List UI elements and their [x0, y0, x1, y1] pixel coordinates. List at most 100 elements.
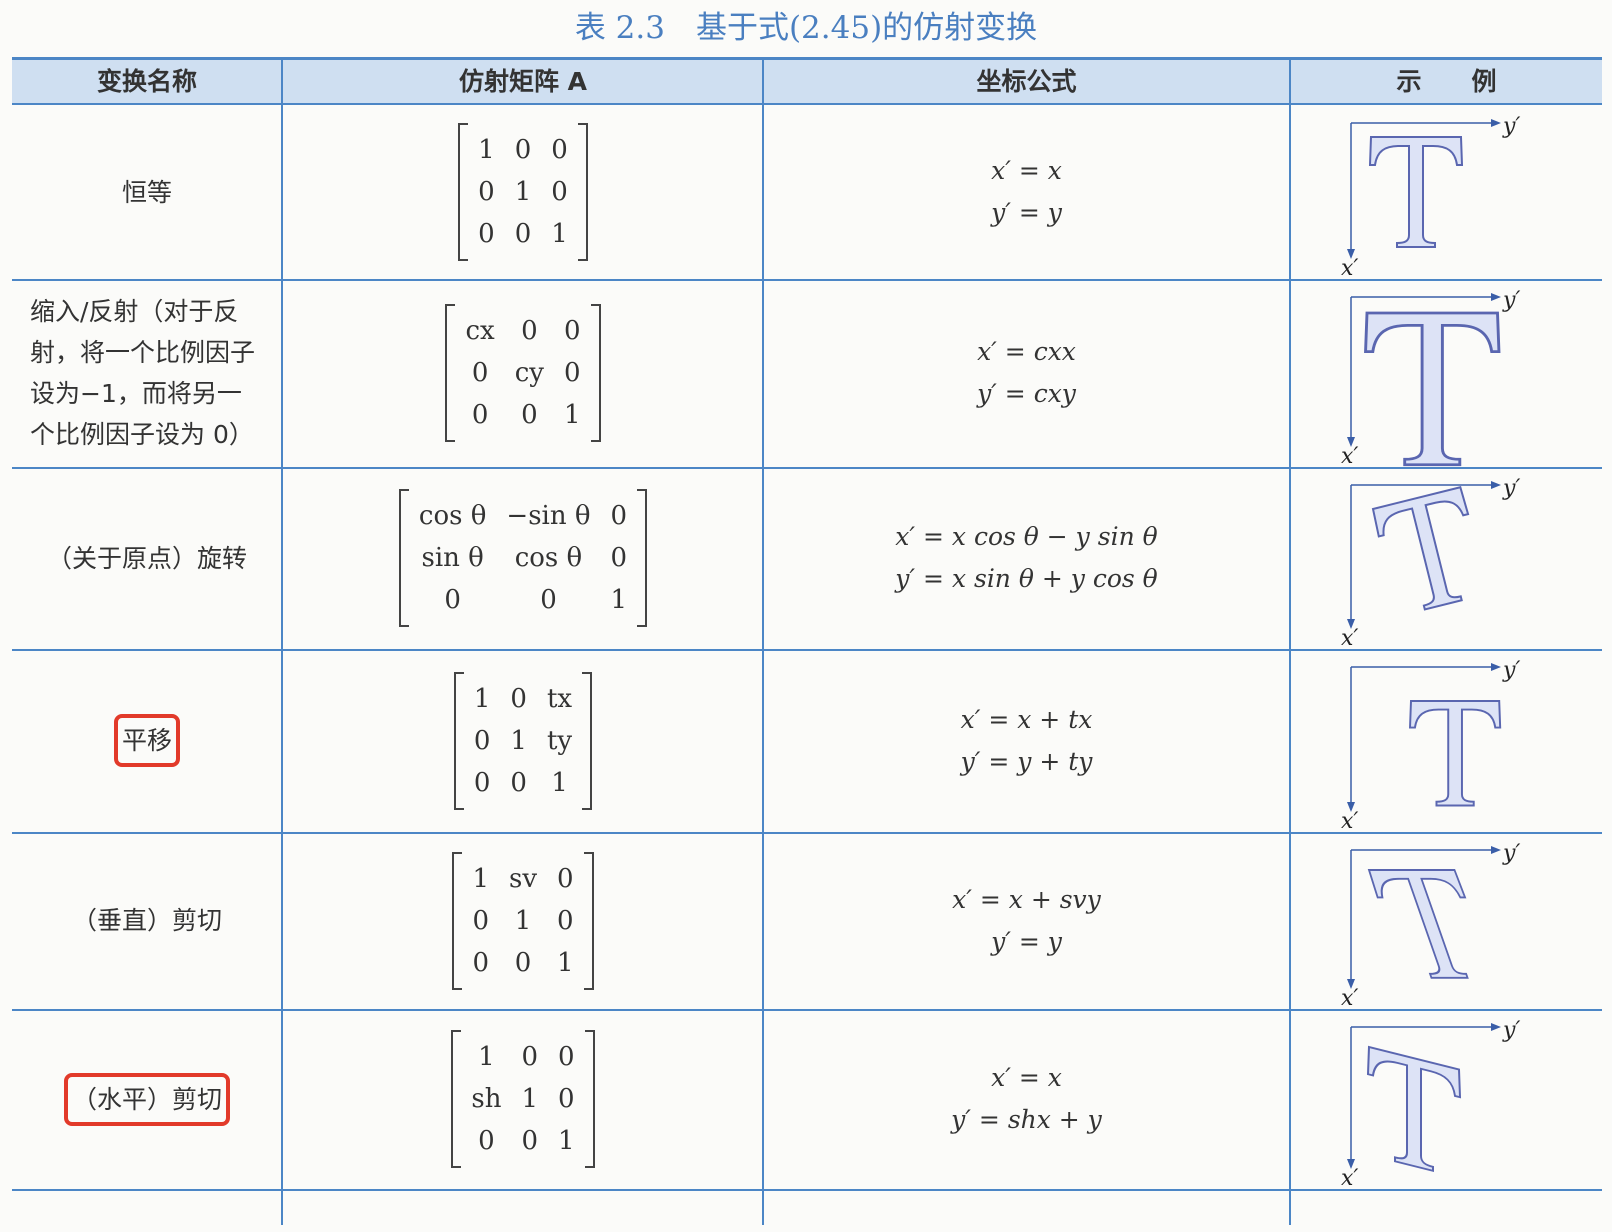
transform-name-cell: 缩入/反射（对于反射，将一个比例因子设为−1，而将另一个比例因子设为 0） [12, 279, 282, 467]
header-example: 示 例 [1396, 67, 1497, 96]
matrix-entry: 0 [563, 358, 581, 388]
coordinate-formula-cell: x′ = x y′ = y [764, 105, 1289, 279]
transformed-letter-t [1368, 136, 1464, 248]
transformed-letter-t [1366, 1045, 1462, 1173]
x-axis-label: x′ [1341, 626, 1358, 649]
matrix-entry: 0 [540, 585, 557, 615]
matrix-entry: 0 [558, 1042, 575, 1072]
y-axis-arrowhead [1491, 663, 1501, 671]
coordinate-formula: x′ = cxx [977, 337, 1076, 366]
x-axis-label: x′ [1341, 809, 1358, 832]
example-diagram: y′ x′ [1341, 658, 1520, 832]
matrix-entry: 0 [478, 1126, 495, 1156]
affine-matrix-cell: 1 0 tx 0 1 ty 0 0 1 [283, 649, 763, 832]
matrix-entry: 1 [558, 1126, 575, 1156]
coordinate-formula-cell: x′ = x + tx y′ = y + ty [764, 649, 1289, 832]
table-row: （关于原点）旋转 cos θ −sin θ 0 sin θ cos θ 0 0 0 1 x′ = x… [12, 467, 1602, 651]
coordinate-formula: x′ = x + svy [952, 884, 1101, 914]
y-axis-label: y′ [1502, 658, 1520, 683]
coordinate-formula-cell: x′ = x + svy y′ = y [764, 832, 1289, 1009]
example-cell: y′ x′ [1291, 649, 1602, 832]
matrix-entry: sh [471, 1084, 502, 1114]
transformed-letter-t [1371, 486, 1470, 611]
column-divider [1289, 60, 1291, 1225]
highlighted-transform-name: 平移 [113, 714, 180, 767]
matrix-entry: 0 [563, 316, 581, 346]
matrix-entry: 1 [514, 177, 532, 207]
matrix-entry: 1 [610, 585, 628, 615]
matrix-entry: 1 [510, 725, 527, 756]
matrix-entry: ty [546, 725, 573, 756]
matrix-entry: 0 [472, 947, 489, 978]
header-coordinate-formula: 坐标公式 [976, 67, 1077, 96]
affine-transform-table: 变换名称 仿射矩阵 A 坐标公式 示 例 恒等 1 0 0 0 1 0 0 0 1 x′ = x y′… [12, 57, 1602, 1225]
column-divider [281, 60, 283, 1225]
affine-matrix: 1 0 0 sh 1 0 0 0 1 [451, 1030, 595, 1168]
y-axis-arrowhead [1491, 846, 1501, 854]
example-cell: y′ x′ [1291, 1009, 1602, 1189]
coordinate-formula-cell: x′ = x cos θ − y sin θ y′ = x sin θ + y c… [764, 467, 1289, 649]
table-row: （垂直）剪切 1 sv 0 0 1 0 0 0 1 x′ = x + svy y′ = y y′ x′ [12, 832, 1602, 1011]
matrix-entry: 0 [610, 501, 628, 531]
matrix-entry: 0 [510, 683, 527, 714]
affine-matrix-cell: 1 sv 0 0 1 0 0 0 1 [283, 832, 763, 1009]
affine-matrix-cell: cx 0 0 0 cy 0 0 0 1 [283, 279, 763, 467]
affine-matrix: cx 0 0 0 cy 0 0 0 1 [445, 304, 601, 442]
y-axis-label: y′ [1502, 114, 1520, 139]
transform-name-cell: 平移 [12, 649, 282, 832]
matrix-entry: 0 [473, 767, 491, 798]
matrix-entry: 0 [478, 177, 495, 207]
y-axis-arrowhead [1491, 119, 1501, 127]
matrix-entry: 0 [472, 905, 489, 936]
table-row: 恒等 1 0 0 0 1 0 0 0 1 x′ = x y′ = y y′ x′ [12, 105, 1602, 281]
matrix-entry: cos θ [514, 543, 583, 573]
coordinate-formula-cell: x′ = cxx y′ = cxy [764, 279, 1289, 467]
matrix-entry: 0 [551, 177, 568, 207]
matrix-entry: 0 [551, 135, 568, 165]
coordinate-formula: y′ = cxy [977, 379, 1076, 408]
affine-matrix: 1 sv 0 0 1 0 0 0 1 [452, 851, 594, 990]
transform-name-cell: （水平）剪切 [12, 1009, 282, 1189]
x-axis-label: x′ [1341, 1166, 1358, 1189]
x-axis-label: x′ [1341, 444, 1358, 467]
example-diagram: y′ x′ [1341, 476, 1520, 649]
x-axis-label: x′ [1341, 986, 1358, 1009]
affine-matrix-cell: cos θ −sin θ 0 sin θ cos θ 0 0 0 1 [283, 467, 763, 649]
matrix-entry: 0 [471, 358, 489, 388]
transformed-letter-t [1409, 700, 1502, 807]
coordinate-formula: x′ = x + tx [960, 704, 1093, 734]
transformed-letter-t [1364, 311, 1501, 467]
matrix-entry: 1 [478, 135, 495, 165]
matrix-entry: 1 [478, 1042, 495, 1072]
matrix-entry: 0 [473, 725, 491, 756]
y-axis-arrowhead [1491, 293, 1501, 301]
matrix-entry: sin θ [421, 543, 484, 573]
matrix-entry: 1 [563, 400, 581, 430]
affine-matrix-cell: 1 0 0 sh 1 0 0 0 1 [283, 1009, 763, 1189]
matrix-entry: 0 [521, 400, 538, 430]
example-diagram: y′ x′ [1341, 1018, 1520, 1189]
matrix-entry: 0 [510, 767, 527, 798]
y-axis-label: y′ [1502, 841, 1520, 866]
example-diagram: y′ x′ [1341, 114, 1520, 279]
transform-name: （垂直）剪切 [71, 906, 222, 935]
y-axis-label: y′ [1502, 288, 1520, 313]
example-cell: y′ x′ [1291, 832, 1602, 1009]
coordinate-formula-cell: x′ = x y′ = shx + y [764, 1009, 1289, 1189]
matrix-entry: 0 [514, 219, 532, 249]
coordinate-formula: x′ = x [991, 1063, 1062, 1092]
transform-name-cell: 恒等 [12, 105, 282, 279]
matrix-entry: 0 [514, 947, 532, 978]
example-cell: y′ x′ [1291, 105, 1602, 279]
transform-name: 缩入/反射（对于反射，将一个比例因子设为−1，而将另一个比例因子设为 0） [30, 297, 256, 449]
affine-matrix: 100010001 [458, 123, 588, 261]
y-axis-label: y′ [1502, 1018, 1520, 1043]
matrix-entry: 1 [473, 683, 491, 714]
y-axis-arrowhead [1491, 481, 1501, 489]
example-cell: y′ x′ [1291, 279, 1602, 467]
matrix-entry: 1 [514, 905, 532, 936]
matrix-entry: 1 [551, 219, 568, 249]
matrix-entry: 0 [514, 135, 532, 165]
coordinate-formula: y′ = y [991, 926, 1062, 956]
matrix-entry: sv [508, 863, 538, 894]
